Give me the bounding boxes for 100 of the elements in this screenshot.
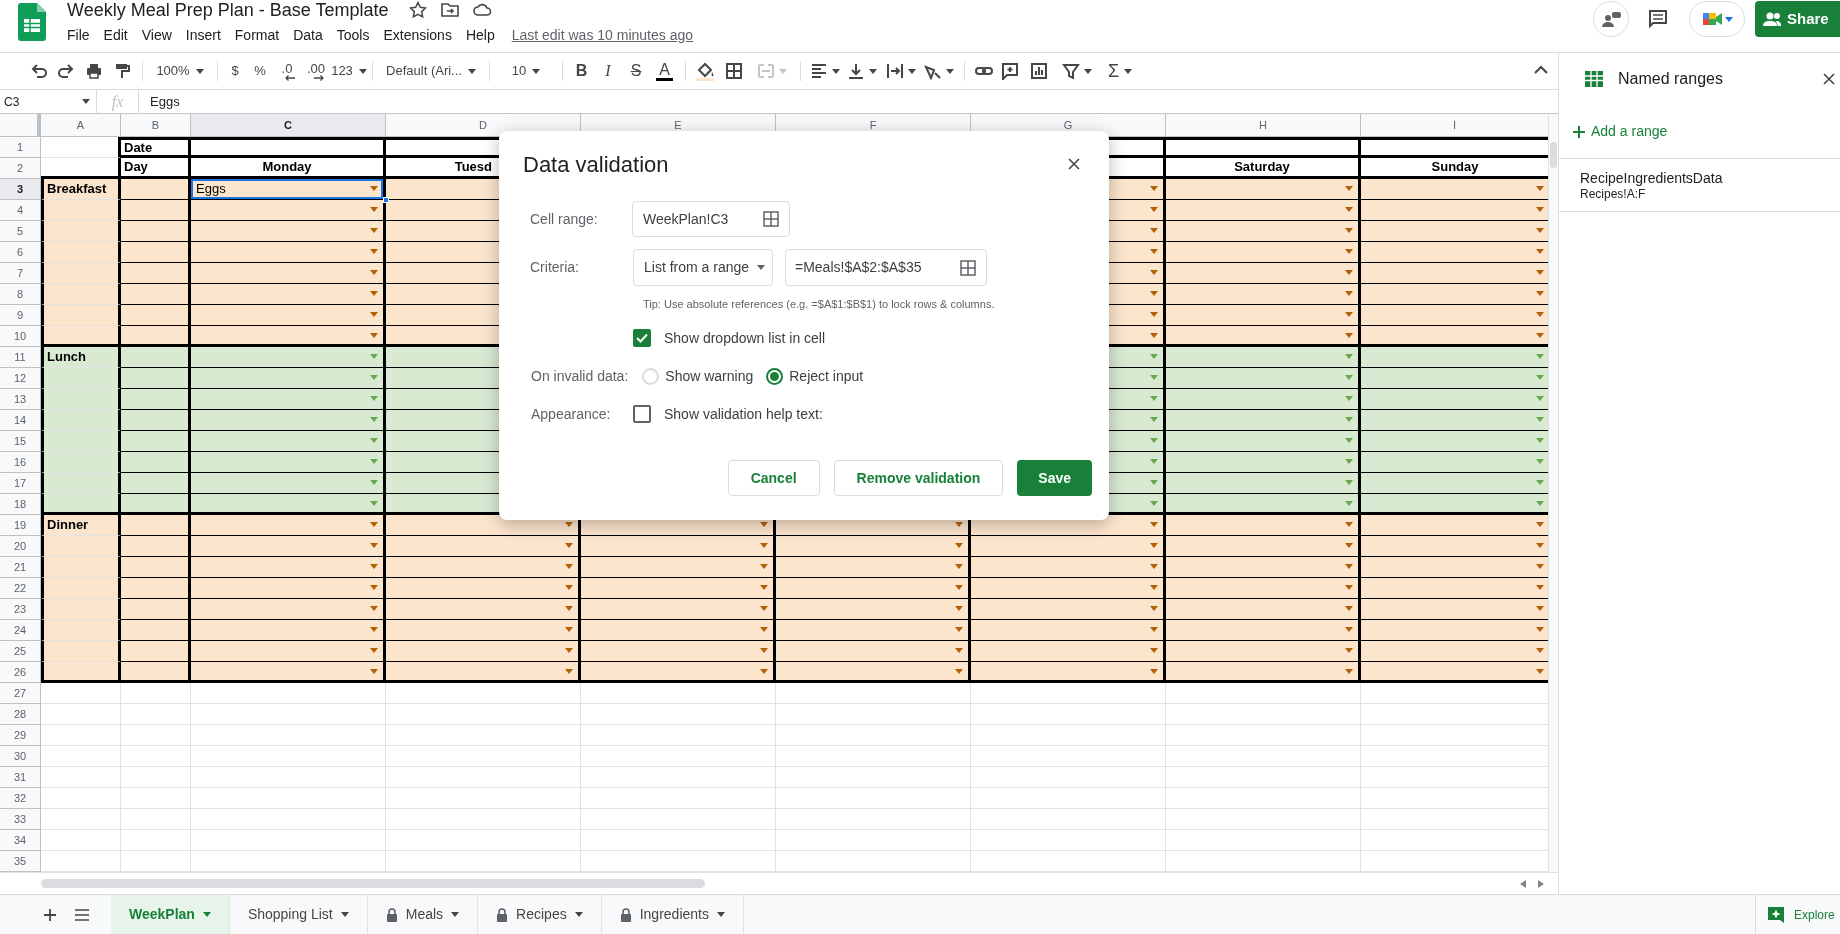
- dropdown-caret-icon[interactable]: [370, 291, 378, 296]
- table-cell[interactable]: [581, 578, 776, 599]
- dropdown-caret-icon[interactable]: [1345, 186, 1353, 191]
- dropdown-caret-icon[interactable]: [370, 228, 378, 233]
- row-header[interactable]: 1: [0, 137, 41, 158]
- table-cell[interactable]: [1166, 452, 1361, 473]
- table-cell[interactable]: [41, 221, 121, 242]
- align-left-icon[interactable]: [809, 62, 828, 80]
- table-cell[interactable]: Date: [121, 137, 191, 158]
- dropdown-caret-icon[interactable]: [1536, 606, 1544, 611]
- row-header[interactable]: 4: [0, 200, 41, 221]
- table-cell[interactable]: [121, 305, 191, 326]
- dropdown-caret-icon[interactable]: [1536, 186, 1544, 191]
- table-cell[interactable]: [121, 515, 191, 536]
- dropdown-caret-icon[interactable]: [370, 459, 378, 464]
- dropdown-caret-icon[interactable]: [1150, 249, 1158, 254]
- checkbox[interactable]: [633, 405, 651, 423]
- dropdown-caret-icon[interactable]: [1345, 249, 1353, 254]
- table-cell[interactable]: [191, 389, 386, 410]
- menu-item[interactable]: View: [134, 24, 179, 46]
- row-header[interactable]: 24: [0, 620, 41, 641]
- save-button[interactable]: Save: [1017, 460, 1092, 496]
- table-cell[interactable]: [971, 557, 1166, 578]
- dropdown-caret-icon[interactable]: [370, 396, 378, 401]
- table-cell[interactable]: [121, 452, 191, 473]
- dropdown-caret-icon[interactable]: [1536, 480, 1544, 485]
- dropdown-caret-icon[interactable]: [1345, 291, 1353, 296]
- table-cell[interactable]: [1361, 221, 1548, 242]
- row-header[interactable]: 9: [0, 305, 41, 326]
- table-cell[interactable]: [776, 536, 971, 557]
- table-cell[interactable]: [1166, 473, 1361, 494]
- dropdown-caret-icon[interactable]: [370, 417, 378, 422]
- table-cell[interactable]: [386, 578, 581, 599]
- caret-icon[interactable]: [831, 68, 840, 74]
- table-cell[interactable]: [191, 494, 386, 515]
- dropdown-caret-icon[interactable]: [1345, 228, 1353, 233]
- sheet-tab[interactable]: Meals: [367, 895, 479, 934]
- row-header[interactable]: 3: [0, 179, 41, 200]
- dropdown-caret-icon[interactable]: [370, 606, 378, 611]
- scroll-left-icon[interactable]: [1520, 879, 1526, 888]
- range-field[interactable]: =Meals!$A$2:$A$35: [785, 249, 987, 286]
- table-cell[interactable]: [1361, 620, 1548, 641]
- dropdown-caret-icon[interactable]: [1150, 333, 1158, 338]
- cloud-icon[interactable]: [472, 1, 493, 19]
- row-header[interactable]: 35: [0, 851, 41, 872]
- table-cell[interactable]: [581, 641, 776, 662]
- dropdown-caret-icon[interactable]: [1150, 228, 1158, 233]
- dropdown-caret-icon[interactable]: [370, 627, 378, 632]
- table-cell[interactable]: [121, 557, 191, 578]
- folder-icon[interactable]: [440, 1, 459, 19]
- table-cell[interactable]: [191, 620, 386, 641]
- table-cell[interactable]: [121, 536, 191, 557]
- dropdown-caret-icon[interactable]: [760, 669, 768, 674]
- font-size-dropdown[interactable]: 10: [496, 61, 556, 81]
- table-cell[interactable]: [581, 536, 776, 557]
- table-cell[interactable]: [41, 494, 121, 515]
- table-cell[interactable]: [191, 599, 386, 620]
- row-header[interactable]: 27: [0, 683, 41, 704]
- text-rotate-icon[interactable]: [924, 62, 942, 80]
- table-cell[interactable]: [971, 536, 1166, 557]
- table-cell[interactable]: [191, 410, 386, 431]
- table-cell[interactable]: [191, 200, 386, 221]
- row-header[interactable]: 34: [0, 830, 41, 851]
- table-cell[interactable]: [1166, 557, 1361, 578]
- table-cell[interactable]: [41, 263, 121, 284]
- text-wrap-icon[interactable]: [886, 62, 904, 80]
- table-cell[interactable]: [41, 431, 121, 452]
- table-cell[interactable]: [121, 179, 191, 200]
- table-cell[interactable]: [121, 662, 191, 683]
- functions-dropdown[interactable]: Σ: [1100, 57, 1140, 85]
- table-cell[interactable]: [191, 557, 386, 578]
- table-cell[interactable]: [386, 557, 581, 578]
- decimal-increase-button[interactable]: .00: [300, 61, 332, 81]
- checkbox[interactable]: [633, 329, 651, 347]
- table-cell[interactable]: [1166, 515, 1361, 536]
- sheet-tab[interactable]: WeekPlan: [111, 895, 230, 934]
- table-cell[interactable]: [776, 557, 971, 578]
- table-cell[interactable]: [386, 641, 581, 662]
- table-cell[interactable]: [191, 641, 386, 662]
- table-cell[interactable]: [41, 284, 121, 305]
- menu-item[interactable]: Extensions: [376, 24, 459, 46]
- add-sheet-icon[interactable]: [44, 908, 56, 921]
- dropdown-caret-icon[interactable]: [955, 543, 963, 548]
- table-cell[interactable]: Breakfast: [41, 179, 121, 200]
- dropdown-caret-icon[interactable]: [760, 543, 768, 548]
- sheet-tab[interactable]: Ingredients: [601, 895, 744, 934]
- table-cell[interactable]: [1166, 221, 1361, 242]
- dropdown-caret-icon[interactable]: [1536, 669, 1544, 674]
- table-cell[interactable]: [121, 494, 191, 515]
- scrollbar-thumb[interactable]: [41, 879, 705, 888]
- menu-item[interactable]: Edit: [96, 24, 135, 46]
- row-header[interactable]: 28: [0, 704, 41, 725]
- add-comment-icon[interactable]: [1001, 62, 1019, 80]
- dropdown-caret-icon[interactable]: [370, 480, 378, 485]
- sheet-list-icon[interactable]: [75, 908, 89, 921]
- table-cell[interactable]: [41, 452, 121, 473]
- italic-button[interactable]: I: [594, 59, 622, 83]
- dropdown-caret-icon[interactable]: [565, 543, 573, 548]
- dropdown-caret-icon[interactable]: [1345, 648, 1353, 653]
- dropdown-caret-icon[interactable]: [1536, 585, 1544, 590]
